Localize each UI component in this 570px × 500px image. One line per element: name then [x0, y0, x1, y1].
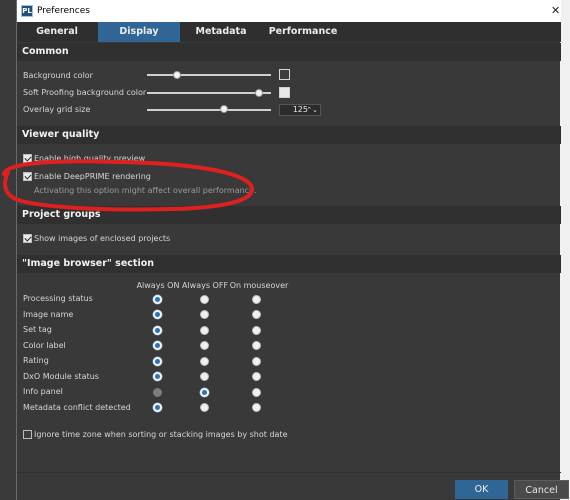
radio-on-mouseover[interactable]	[252, 387, 261, 397]
overlay-grid-slider-track	[147, 109, 271, 111]
radio-always-on	[153, 387, 162, 397]
ignore-timezone-checkbox[interactable]	[23, 430, 32, 439]
column-header-always-off: Always OFF	[181, 281, 229, 290]
radio-always-off[interactable]	[200, 372, 209, 381]
radio-always-on[interactable]	[153, 341, 162, 350]
tab-display[interactable]: Display	[98, 22, 180, 42]
footer-divider	[17, 472, 561, 473]
overlay-grid-spinbox[interactable]: 125 ⌃⌄	[279, 104, 321, 116]
background-color-swatch[interactable]	[279, 69, 290, 80]
radio-always-on[interactable]	[153, 372, 162, 381]
deepprime-checkbox[interactable]	[23, 172, 32, 181]
ok-button[interactable]: OK	[455, 480, 508, 499]
title-bar[interactable]: PL Preferences ✕	[17, 0, 561, 22]
high-quality-preview-label: Enable high quality preview	[34, 154, 146, 163]
section-header-viewer-quality: Viewer quality	[17, 126, 561, 144]
tab-bar: General Display Metadata Performance	[17, 22, 561, 42]
spin-arrows-icon[interactable]: ⌃⌄	[306, 105, 318, 115]
show-enclosed-projects-label: Show images of enclosed projects	[34, 234, 171, 243]
radio-always-on[interactable]	[153, 294, 162, 304]
image-browser-row-label: Set tag	[23, 325, 52, 334]
radio-always-off[interactable]	[200, 403, 209, 412]
section-header-project-groups: Project groups	[17, 206, 561, 224]
close-icon[interactable]: ✕	[551, 4, 560, 17]
show-enclosed-projects-checkbox[interactable]	[23, 234, 32, 243]
radio-always-off[interactable]	[200, 356, 209, 366]
radio-on-mouseover[interactable]	[252, 310, 261, 319]
desktop-background-left	[0, 0, 16, 500]
radio-always-off[interactable]	[200, 310, 209, 319]
radio-on-mouseover[interactable]	[252, 325, 261, 335]
radio-on-mouseover[interactable]	[252, 403, 261, 412]
image-browser-row-label: Processing status	[23, 294, 93, 303]
overlay-grid-slider-thumb[interactable]	[220, 105, 228, 113]
soft-proofing-slider-thumb[interactable]	[255, 89, 263, 97]
soft-proofing-swatch[interactable]	[279, 87, 290, 98]
radio-always-on[interactable]	[153, 403, 162, 412]
cancel-button[interactable]: Cancel	[514, 480, 569, 499]
high-quality-preview-checkbox[interactable]	[23, 154, 32, 163]
radio-always-on[interactable]	[153, 325, 162, 335]
image-browser-row-label: Rating	[23, 356, 49, 365]
tab-performance[interactable]: Performance	[262, 22, 344, 42]
radio-always-on[interactable]	[153, 310, 162, 319]
image-browser-row-label: DxO Module status	[23, 371, 99, 381]
radio-always-off[interactable]	[200, 294, 209, 304]
background-color-slider-track	[147, 74, 271, 76]
ignore-timezone-label: Ignore time zone when sorting or stackin…	[34, 430, 288, 439]
tab-metadata[interactable]: Metadata	[180, 22, 262, 42]
background-color-label: Background color	[23, 71, 93, 80]
deepprime-label: Enable DeepPRIME rendering	[34, 172, 151, 181]
background-color-slider-thumb[interactable]	[173, 71, 181, 79]
image-browser-row-label: Info panel	[23, 387, 63, 396]
image-browser-row-label: Metadata conflict detected	[23, 402, 131, 412]
image-browser-row-label: Color label	[23, 340, 66, 350]
soft-proofing-label: Soft Proofing background color	[23, 88, 147, 97]
radio-always-on[interactable]	[153, 356, 162, 366]
app-logo-icon: PL	[21, 5, 33, 17]
window-title: Preferences	[37, 6, 90, 16]
overlay-grid-label: Overlay grid size	[23, 105, 91, 114]
desktop-background-right	[560, 0, 570, 500]
radio-always-off[interactable]	[200, 325, 209, 335]
soft-proofing-slider-track	[147, 92, 271, 94]
preferences-window: PL Preferences ✕ General Display Metadat…	[16, 0, 569, 500]
radio-on-mouseover[interactable]	[252, 341, 261, 350]
section-header-common: Common	[17, 43, 561, 61]
section-header-image-browser: "Image browser" section	[17, 255, 561, 273]
radio-on-mouseover[interactable]	[252, 294, 261, 304]
tab-general[interactable]: General	[17, 22, 97, 42]
radio-always-off[interactable]	[200, 341, 209, 350]
radio-on-mouseover[interactable]	[252, 372, 261, 381]
deepprime-hint: Activating this option might affect over…	[34, 186, 257, 195]
radio-on-mouseover[interactable]	[252, 356, 261, 366]
column-header-on-mouseover: On mouseover	[229, 281, 289, 290]
radio-always-off[interactable]	[200, 387, 209, 397]
image-browser-row-label: Image name	[23, 309, 74, 319]
